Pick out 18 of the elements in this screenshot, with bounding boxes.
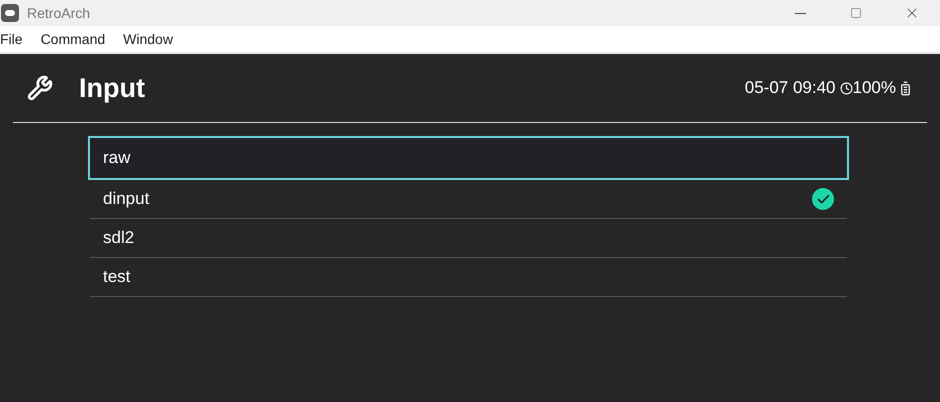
datetime-text: 05-07 09:40	[744, 77, 836, 100]
battery-icon	[898, 80, 913, 96]
check-icon	[812, 188, 834, 210]
minimize-icon	[794, 12, 806, 14]
list-item[interactable]: sdl2	[90, 219, 847, 258]
tools-icon	[27, 75, 53, 101]
list-item[interactable]: raw	[88, 136, 849, 180]
list-item[interactable]: dinput	[90, 180, 847, 219]
menu-item[interactable]: File	[0, 28, 23, 50]
menu-item[interactable]: Window	[123, 28, 173, 50]
maximize-icon	[850, 7, 862, 19]
window-title: RetroArch	[27, 4, 90, 22]
list-item[interactable]: test	[90, 258, 847, 297]
page-title: Input	[79, 72, 145, 105]
menu-item[interactable]: Command	[40, 28, 106, 50]
app-icon	[1, 4, 19, 22]
clock-icon	[840, 82, 853, 94]
battery-text: 100%	[852, 77, 896, 100]
